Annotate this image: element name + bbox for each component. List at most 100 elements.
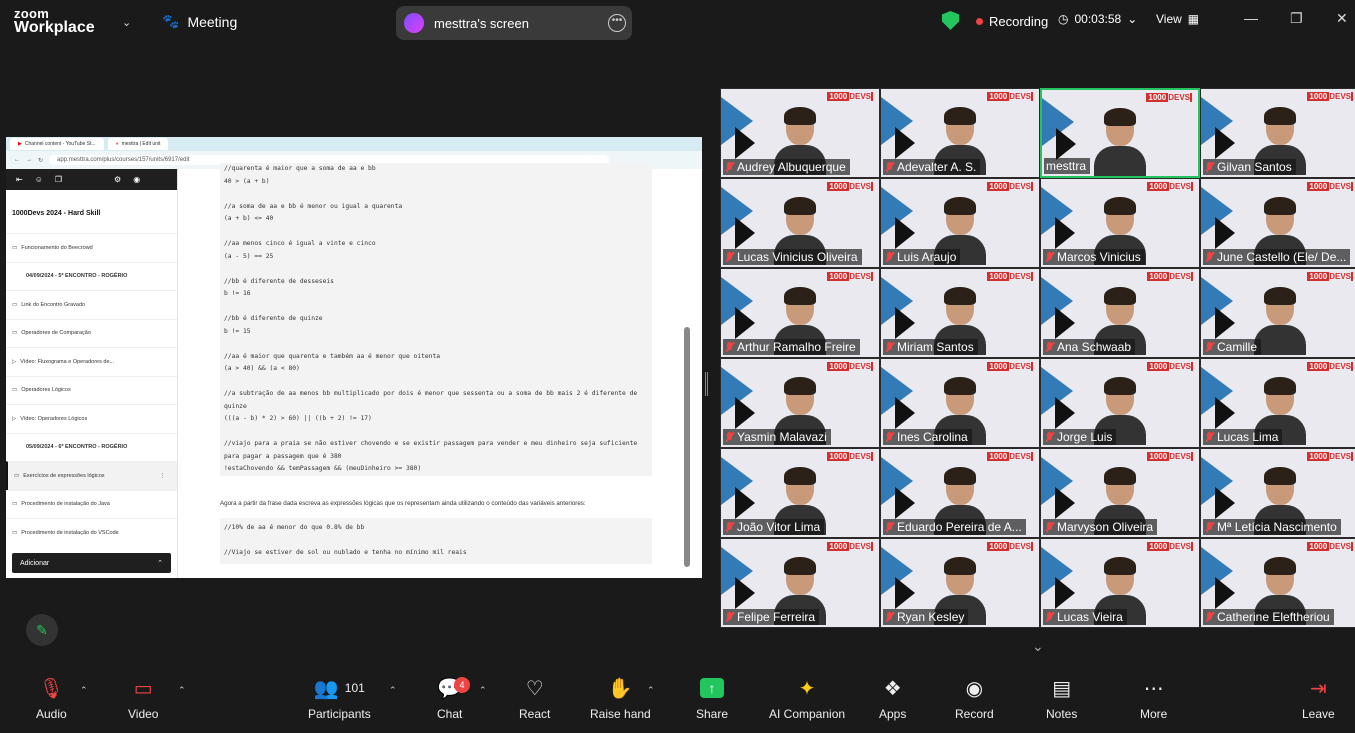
view-button[interactable]: View ▦: [1156, 12, 1199, 26]
participant-tile[interactable]: 1000 DEVS Marvyson Oliveira: [1040, 448, 1200, 538]
participant-name-tag: Lucas Vieira: [1043, 609, 1127, 625]
participant-tile[interactable]: 1000 DEVS Lucas Vinicius Oliveira: [720, 178, 880, 268]
ai-companion-button[interactable]: ✦ AI Companion: [769, 673, 846, 722]
video-button[interactable]: ▭ Video: [128, 673, 158, 722]
participant-tile[interactable]: 1000 DEVS Luis Araujo: [880, 178, 1040, 268]
participant-tile[interactable]: 1000 DEVS Adevalter A. S.: [880, 88, 1040, 178]
participant-tile[interactable]: 1000 DEVS Ryan Kesley: [880, 538, 1040, 628]
participant-tile[interactable]: 1000 DEVS Marcos Vinicius: [1040, 178, 1200, 268]
participant-tile[interactable]: 1000 DEVS Ines Carolina: [880, 358, 1040, 448]
chevron-down-icon[interactable]: ⌄: [122, 16, 131, 29]
copy-icon[interactable]: ❐: [55, 175, 62, 184]
participant-tile[interactable]: 1000 DEVS Ana Schwaab: [1040, 268, 1200, 358]
notes-button[interactable]: ▤ Notes: [1046, 673, 1077, 722]
code-line: b != 16: [224, 290, 251, 297]
ai-label: AI Companion: [769, 707, 846, 721]
participant-tile[interactable]: 1000 DEVS mesttra: [1040, 88, 1200, 178]
more-button[interactable]: ⋯ More: [1140, 673, 1167, 722]
maximize-icon[interactable]: ❐: [1290, 10, 1303, 27]
video-options-caret[interactable]: ⌃: [178, 685, 186, 696]
tab-label: mesttra | Edit unit: [121, 141, 161, 147]
mic-muted-icon: [725, 341, 734, 353]
sidebar-item[interactable]: ▭ Operadores de Comparação: [6, 318, 177, 348]
sidebar-item[interactable]: ▷ Vídeo: Fluxograma e Operadores de...: [6, 347, 177, 376]
recording-indicator[interactable]: Recording: [976, 14, 1048, 29]
reload-icon[interactable]: ↻: [38, 157, 43, 164]
participant-tile[interactable]: 1000 DEVS Felipe Ferreira: [720, 538, 880, 628]
participant-tile[interactable]: 1000 DEVS Catherine Eleftheriou: [1200, 538, 1355, 628]
record-button[interactable]: ◉ Record: [955, 673, 994, 722]
sidebar-item[interactable]: ▭ Operadores Lógicos: [6, 375, 177, 405]
audio-label: Audio: [36, 707, 67, 721]
screen-share-pill[interactable]: mesttra's screen •••: [396, 6, 632, 40]
sidebar-item-label: Operadores Lógicos: [21, 387, 71, 394]
react-button[interactable]: ♡ React: [519, 673, 550, 722]
participant-name: mesttra: [1046, 159, 1087, 173]
participant-tile[interactable]: 1000 DEVS Gilvan Santos: [1200, 88, 1355, 178]
sidebar-item[interactable]: ▭ Exercícios de expressões lógicos ⋮: [6, 461, 177, 490]
shield-icon[interactable]: [942, 11, 959, 30]
sidebar-item[interactable]: ▷ Vídeo: Operadores Lógicos: [6, 404, 177, 433]
sidebar-item[interactable]: 05/09/2024 - 6º ENCONTRO - ROGÉRIO: [6, 432, 177, 462]
forward-icon[interactable]: →: [26, 157, 32, 163]
participant-tile[interactable]: 1000 DEVS Miriam Santos: [880, 268, 1040, 358]
chat-options-caret[interactable]: ⌃: [479, 685, 487, 696]
participant-name: Marcos Vinicius: [1057, 250, 1141, 264]
participant-tile[interactable]: 1000 DEVS Lucas Lima: [1200, 358, 1355, 448]
participant-tile[interactable]: 1000 DEVS Camille: [1200, 268, 1355, 358]
participant-tile[interactable]: 1000 DEVS Lucas Vieira: [1040, 538, 1200, 628]
participant-tile[interactable]: 1000 DEVS Yasmin Malavazi: [720, 358, 880, 448]
participant-tile[interactable]: 1000 DEVS Arthur Ramalho Freire: [720, 268, 880, 358]
participants-button[interactable]: 👥 101 Participants: [308, 673, 371, 722]
scrollbar[interactable]: [684, 327, 690, 567]
participant-tile[interactable]: 1000 DEVS Eduardo Pereira de A...: [880, 448, 1040, 538]
toggle-icon[interactable]: ◉: [133, 175, 140, 184]
raise-hand-button[interactable]: ✋ Raise hand: [590, 673, 651, 722]
raise-hand-label: Raise hand: [590, 707, 651, 721]
brand-logo: 1000 DEVS: [1147, 182, 1193, 191]
meeting-info-button[interactable]: 🐾 Meeting: [162, 13, 237, 30]
settings-icon[interactable]: ⚙: [114, 175, 121, 184]
browser-tab-mesttra[interactable]: ● mesttra | Edit unit: [107, 138, 169, 150]
user-icon[interactable]: ☺: [35, 175, 43, 184]
zoom-logo: zoom Workplace: [14, 7, 95, 36]
add-button[interactable]: Adicionar ⌃: [12, 553, 171, 573]
participant-tile[interactable]: 1000 DEVS Audrey Albuquerque: [720, 88, 880, 178]
chevron-down-icon[interactable]: ⌄: [1032, 638, 1044, 655]
code-line: //aa menos cinco é igual a vinte e cinco: [224, 240, 376, 247]
sidebar-item[interactable]: ▭ Link do Encontro Gravado: [6, 290, 177, 319]
more-options-icon[interactable]: •••: [608, 14, 626, 32]
minimize-icon[interactable]: —: [1244, 10, 1258, 26]
share-button[interactable]: ↑ Share: [696, 673, 728, 721]
participant-tile[interactable]: 1000 DEVS João Vitor Lima: [720, 448, 880, 538]
participant-tile[interactable]: 1000 DEVS Jorge Luis: [1040, 358, 1200, 448]
apps-button[interactable]: ❖ Apps: [879, 673, 906, 722]
participant-name-tag: mesttra: [1044, 158, 1091, 174]
close-icon[interactable]: ✕: [1336, 10, 1348, 27]
kebab-icon[interactable]: ⋮: [160, 473, 166, 479]
browser-tab-youtube[interactable]: ▶ Channel content - YouTube St...: [10, 138, 104, 150]
leave-button[interactable]: ⇥ Leave: [1302, 673, 1335, 722]
sidebar-item[interactable]: ▭ Procedimento de instalação do VSCode: [6, 518, 177, 547]
participant-name-tag: Camille: [1203, 339, 1262, 355]
split-resize-handle[interactable]: [705, 372, 708, 396]
audio-button[interactable]: 🎙︎ Audio: [36, 673, 67, 722]
brand-logo-b: DEVS: [1169, 362, 1191, 371]
exit-icon[interactable]: ⇤: [16, 175, 23, 184]
reactions-options-caret[interactable]: ⌃: [647, 685, 655, 696]
code-block-2[interactable]: //10% de aa é menor do que 0.8% de bb //V…: [220, 518, 652, 564]
participant-name-tag: Arthur Ramalho Freire: [723, 339, 860, 355]
back-icon[interactable]: ←: [14, 157, 20, 163]
background-decoration: [1215, 127, 1235, 159]
participant-tile[interactable]: 1000 DEVS Mª Letícia Nascimento: [1200, 448, 1355, 538]
annotate-pencil-icon[interactable]: ✎: [26, 614, 58, 646]
sidebar-item[interactable]: 04/09/2024 - 5º ENCONTRO - ROGÉRIO: [6, 261, 177, 291]
code-block[interactable]: //quarenta é maior que a soma de aa e bb…: [220, 163, 652, 476]
participants-options-caret[interactable]: ⌃: [389, 685, 397, 696]
participant-tile[interactable]: 1000 DEVS June Castello (Ele/ De...: [1200, 178, 1355, 268]
brand-logo-a: 1000: [829, 452, 848, 461]
sidebar-item[interactable]: ▭ Procedimento de instalação do Java: [6, 489, 177, 519]
sidebar-item[interactable]: ▭ Funcionamento do Beecrowd: [6, 233, 177, 262]
audio-options-caret[interactable]: ⌃: [80, 685, 88, 696]
meeting-timer[interactable]: ◷ 00:03:58 ⌄: [1058, 12, 1137, 26]
